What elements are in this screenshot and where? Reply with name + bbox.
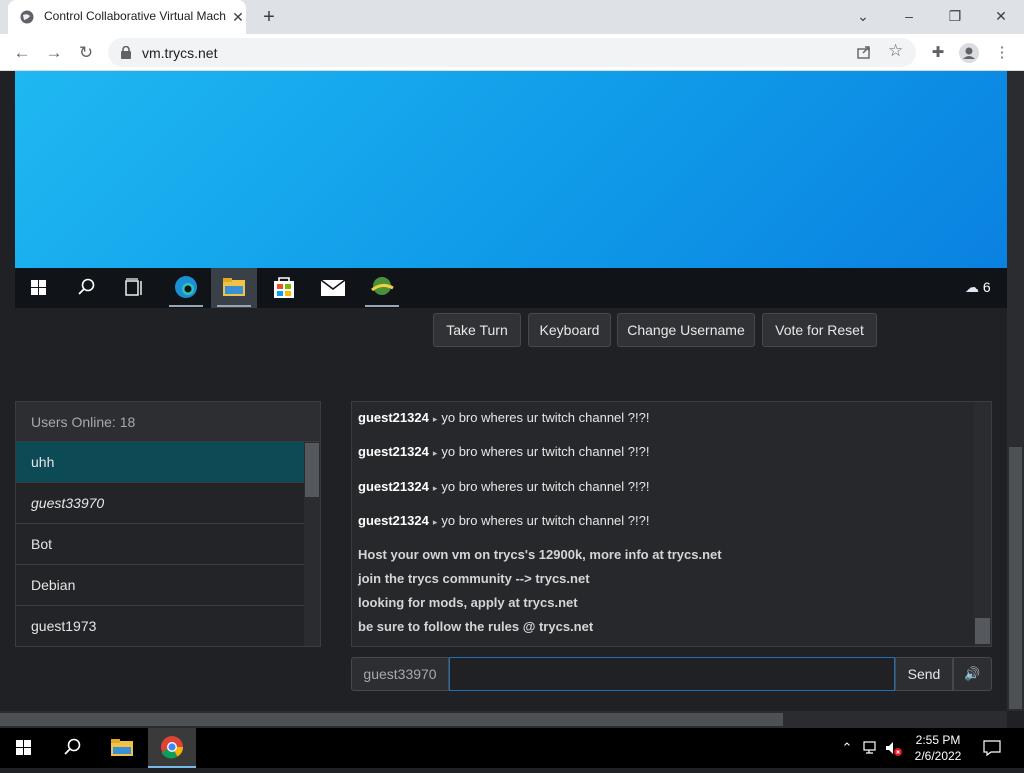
chevron-up-icon[interactable]: ⌃ [838, 739, 856, 757]
mail-icon[interactable] [309, 268, 355, 308]
vm-taskbar[interactable]: ☁ 6 [15, 268, 1007, 308]
task-view-icon[interactable] [111, 268, 157, 308]
windows-start-icon[interactable] [0, 728, 48, 768]
chat-message: guest21324 ▸ yo bro wheres ur twitch chann… [358, 410, 649, 428]
globe-icon [20, 10, 34, 24]
take-turn-button[interactable]: Take Turn [433, 313, 521, 347]
users-scrollbar-thumb[interactable] [305, 443, 319, 497]
chat-username: guest21324 [358, 444, 429, 459]
extensions-icon[interactable]: ✚ [928, 43, 948, 63]
chat-username: guest21324 [358, 479, 429, 494]
volume-muted-icon[interactable] [884, 739, 904, 757]
page-vertical-scrollbar-thumb[interactable] [1009, 447, 1022, 709]
close-tab-icon[interactable]: ✕ [230, 9, 246, 25]
notifications-icon[interactable] [982, 739, 1002, 757]
browser-menu-icon[interactable]: ⋮ [992, 43, 1012, 63]
page-horizontal-scrollbar[interactable] [0, 711, 1007, 728]
browser-tab[interactable]: Control Collaborative Virtual Machines ✕ [8, 0, 246, 34]
change-username-button[interactable]: Change Username [617, 313, 755, 347]
browser-toolbar: ← → ↻ vm.trycs.net ☆ ✚ ⋮ [0, 34, 1024, 71]
users-online-panel: Users Online: 18 uhh guest33970 Bot Debi… [15, 401, 321, 647]
chat-text: yo bro wheres ur twitch channel ?!?! [441, 479, 650, 494]
users-online-header: Users Online: 18 [16, 402, 320, 442]
vote-for-reset-button[interactable]: Vote for Reset [762, 313, 877, 347]
chat-notice: looking for mods, apply at trycs.net [358, 595, 578, 610]
os-taskbar: ⌃ 2:55 PM 2/6/2022 [0, 728, 1024, 768]
arrow-icon: ▸ [432, 448, 438, 458]
chat-message: guest21324 ▸ yo bro wheres ur twitch chann… [358, 444, 649, 462]
chat-notice: Host your own vm on trycs's 12900k, more… [358, 547, 722, 562]
page-vertical-scrollbar[interactable] [1007, 71, 1024, 711]
search-icon[interactable] [63, 268, 109, 308]
chat-username: guest21324 [358, 410, 429, 425]
file-explorer-icon[interactable] [211, 268, 257, 308]
lock-icon[interactable] [120, 46, 132, 59]
page-horizontal-scrollbar-thumb[interactable] [0, 713, 783, 726]
file-explorer-icon[interactable] [98, 728, 146, 768]
new-tab-icon[interactable]: + [258, 6, 280, 28]
minimize-icon[interactable]: – [895, 4, 923, 28]
chat-scrollbar[interactable] [974, 402, 991, 646]
volume-icon[interactable]: 🔊 [953, 657, 992, 691]
browser-tab-strip: Control Collaborative Virtual Machines ✕… [0, 0, 1024, 34]
weather-temp: 6 [982, 279, 991, 295]
search-icon[interactable] [48, 728, 96, 768]
chat-text: yo bro wheres ur twitch channel ?!?! [441, 444, 650, 459]
clock-date: 2/6/2022 [914, 749, 962, 763]
chat-input-group: guest33970 Send 🔊 [351, 657, 992, 691]
restore-icon[interactable]: ❐ [941, 4, 969, 28]
chat-message: guest21324 ▸ yo bro wheres ur twitch chann… [358, 513, 649, 531]
chat-text: yo bro wheres ur twitch channel ?!?! [441, 513, 650, 528]
share-icon[interactable] [856, 44, 872, 60]
url-text: vm.trycs.net [142, 45, 218, 61]
chrome-taskbar-button[interactable] [148, 728, 196, 768]
close-window-icon[interactable]: ✕ [987, 4, 1015, 28]
cloud-icon: ☁ [965, 279, 979, 295]
chat-username-label: guest33970 [351, 657, 449, 691]
chat-notice: be sure to follow the rules @ trycs.net [358, 619, 594, 634]
network-app-icon[interactable] [359, 268, 405, 308]
chrome-icon [161, 736, 183, 759]
profile-avatar-icon[interactable] [959, 43, 979, 63]
chat-scrollbar-thumb[interactable] [975, 618, 990, 644]
windows-start-icon[interactable] [15, 268, 61, 308]
arrow-icon: ▸ [432, 414, 438, 424]
clock-time: 2:55 PM [915, 733, 961, 747]
store-icon[interactable] [261, 268, 307, 308]
weather-widget[interactable]: ☁ 6 [965, 279, 1005, 299]
keyboard-button[interactable]: Keyboard [528, 313, 611, 347]
user-list-item[interactable]: guest33970 [16, 483, 304, 524]
system-clock[interactable]: 2:55 PM 2/6/2022 [906, 732, 970, 766]
user-list-item[interactable]: Bot [16, 524, 304, 565]
page-content: ☁ 6 Take Turn Keyboard Change Username V… [0, 71, 1024, 728]
arrow-icon: ▸ [432, 517, 438, 527]
user-list-item[interactable]: uhh [16, 442, 304, 483]
edge-icon[interactable] [163, 268, 209, 308]
network-icon[interactable] [861, 739, 881, 757]
reload-icon[interactable]: ↻ [74, 41, 98, 65]
chat-text: yo bro wheres ur twitch channel ?!?! [441, 410, 650, 425]
chat-notice: join the trycs community --> trycs.net [358, 571, 590, 586]
user-list-item[interactable]: Debian [16, 565, 304, 606]
user-list-item[interactable]: guest1973 [16, 606, 304, 646]
tab-search-icon[interactable]: ⌄ [849, 4, 877, 28]
chat-panel: guest21324 ▸ yo bro wheres ur twitch chann… [351, 401, 992, 647]
tab-title: Control Collaborative Virtual Machines [44, 9, 226, 23]
chat-message: guest21324 ▸ yo bro wheres ur twitch chann… [358, 479, 649, 497]
folder-icon [217, 278, 251, 307]
send-button[interactable]: Send [895, 657, 953, 691]
chat-message-input[interactable] [449, 657, 895, 691]
chat-username: guest21324 [358, 513, 429, 528]
vm-display[interactable]: ☁ 6 [15, 71, 1007, 308]
bookmark-star-icon[interactable]: ☆ [888, 41, 903, 61]
address-bar[interactable]: vm.trycs.net ☆ [108, 38, 916, 67]
back-icon[interactable]: ← [10, 41, 34, 65]
forward-icon[interactable]: → [42, 41, 66, 65]
arrow-icon: ▸ [432, 483, 438, 493]
